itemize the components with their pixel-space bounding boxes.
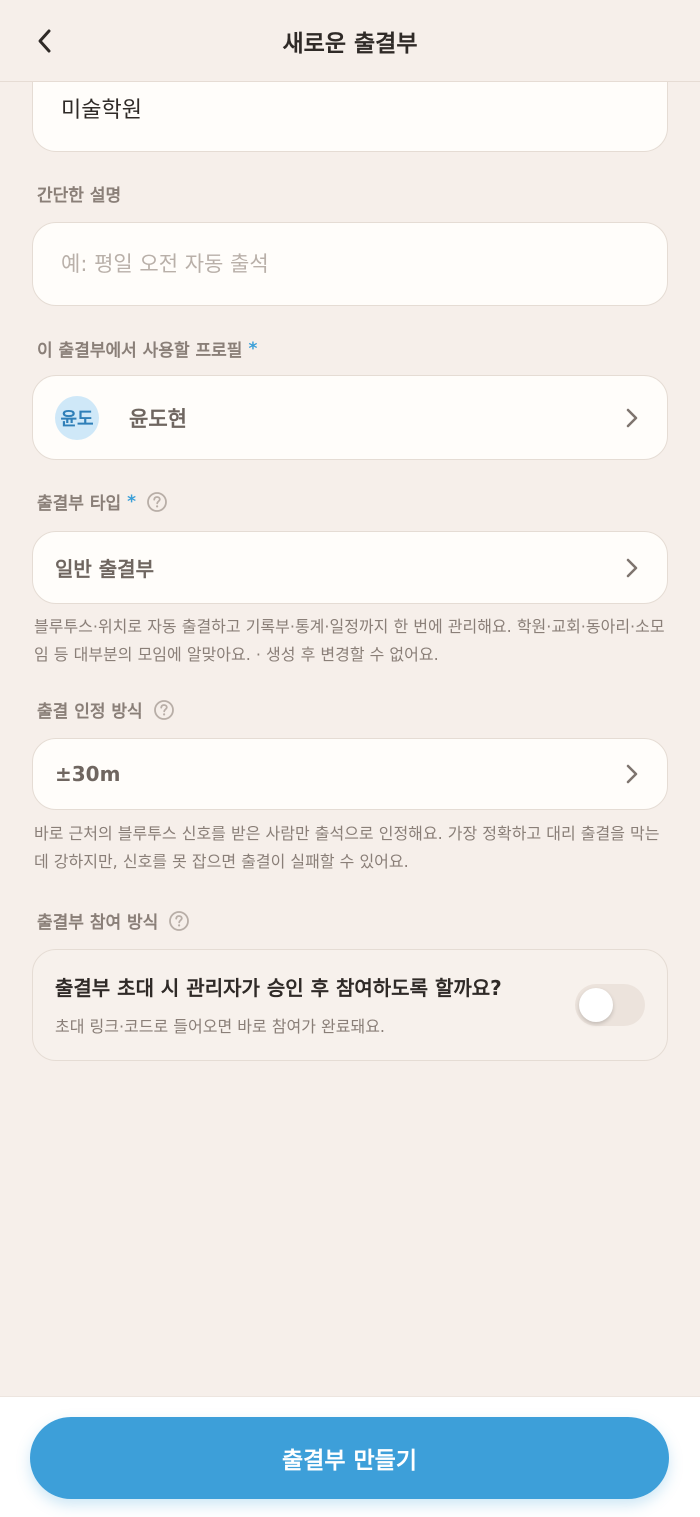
participation-subtitle: 초대 링크·코드로 들어오면 바로 참여가 완료돼요.: [55, 1017, 386, 1036]
chevron-right-icon: [625, 407, 639, 429]
participation-card: 출결부 초대 시 관리자가 승인 후 참여하도록 할까요? 초대 링크·코드로 …: [32, 949, 668, 1061]
profile-selector[interactable]: 윤도 윤도현: [32, 375, 668, 460]
back-button-overlay[interactable]: [24, 20, 66, 62]
type-label: 출결부 타입 *: [37, 489, 168, 514]
participation-title: 출결부 초대 시 관리자가 승인 후 참여하도록 할까요?: [55, 976, 502, 1000]
top-bar-overlay: 새로운 출결부: [0, 0, 700, 82]
page-title-overlay: 새로운 출결부: [282, 30, 418, 57]
required-mark: *: [248, 338, 258, 359]
help-icon[interactable]: [153, 699, 175, 721]
chevron-right-icon: [625, 557, 639, 579]
method-label: 출결 인정 방식: [37, 697, 175, 722]
profile-name: 윤도현: [129, 406, 187, 431]
help-icon[interactable]: [168, 910, 190, 932]
type-value: 일반 출결부: [55, 557, 154, 581]
avatar: 윤도: [55, 395, 99, 440]
type-selector[interactable]: 일반 출결부: [32, 531, 668, 604]
chevron-right-icon: [625, 763, 639, 785]
method-description: 바로 근처의 블루투스 신호를 받은 사람만 출석으로 인정해요. 가장 정확하…: [34, 824, 660, 871]
bottom-bar: 출결부 만들기: [0, 1396, 700, 1517]
participation-label: 출결부 참여 방식: [37, 908, 190, 933]
method-selector[interactable]: ±30m: [32, 738, 668, 810]
method-label-text: 출결 인정 방식: [37, 702, 143, 722]
name-field-text: 미술학원: [61, 97, 142, 123]
profile-label: 이 출결부에서 사용할 프로필 *: [37, 336, 258, 362]
description-field[interactable]: [32, 222, 668, 306]
required-mark: *: [127, 491, 137, 512]
method-value: ±30m: [55, 762, 121, 786]
name-field-visible[interactable]: 미술학원: [32, 82, 668, 152]
description-label: 간단한 설명: [37, 186, 122, 206]
help-icon[interactable]: [146, 491, 168, 513]
approval-toggle[interactable]: [575, 984, 645, 1026]
profile-label-text: 이 출결부에서 사용할 프로필: [37, 341, 243, 361]
type-label-text: 출결부 타입: [37, 494, 122, 514]
description-input[interactable]: [61, 252, 621, 276]
type-description: 블루투스·위치로 자동 출결하고 기록부·통계·일정까지 한 번에 관리해요. …: [34, 617, 665, 664]
toggle-knob: [579, 988, 613, 1022]
chevron-left-icon: [38, 29, 51, 53]
create-attendance-button[interactable]: 출결부 만들기: [30, 1417, 669, 1499]
participation-label-text: 출결부 참여 방식: [37, 913, 159, 933]
